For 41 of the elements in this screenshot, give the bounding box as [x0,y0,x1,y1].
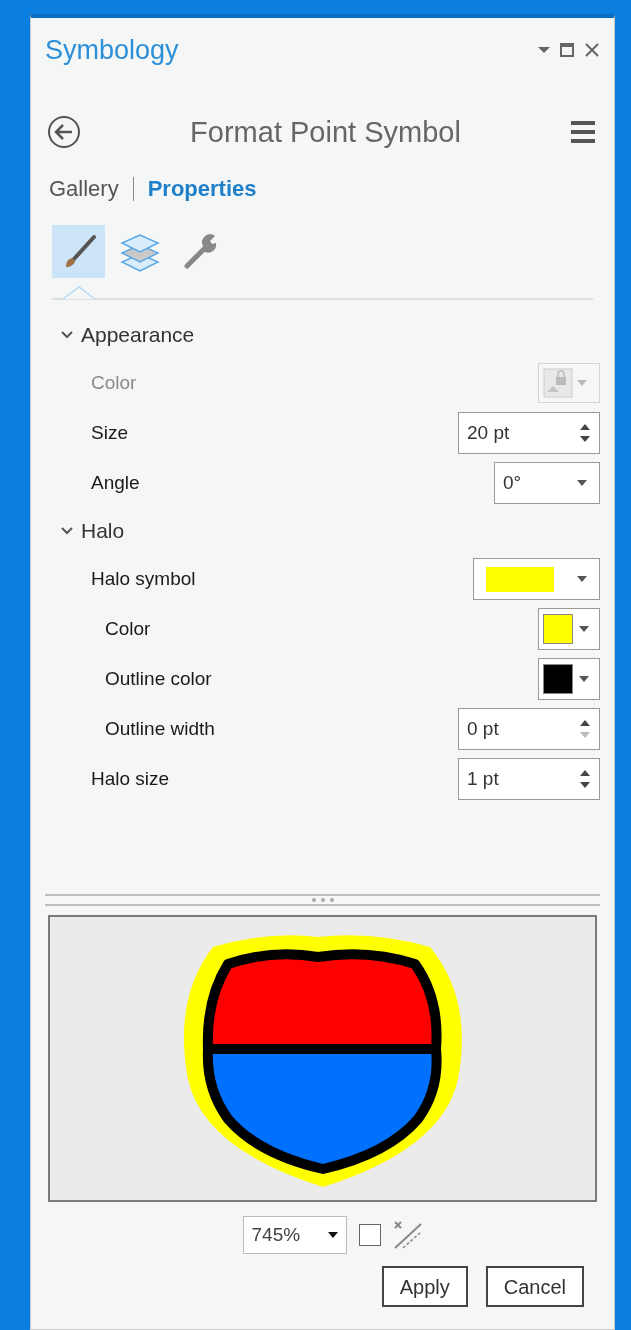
caret-icon [579,626,589,632]
dialog-button[interactable]: Cancel [485,1266,584,1307]
property-label: Color [90,370,137,395]
menu-icon[interactable] [570,120,596,145]
color-dropdown[interactable] [538,608,600,650]
caret-icon [327,1232,338,1238]
splitter-grip-icon[interactable] [309,896,336,904]
section-header[interactable]: Halo [61,508,600,554]
property-label: Color [104,616,151,641]
back-icon[interactable] [47,115,81,150]
caret-icon [579,676,589,682]
view-tab[interactable]: Gallery [49,172,119,205]
dialog-button[interactable]: Apply [381,1266,468,1307]
close-icon[interactable] [584,42,600,59]
section-header[interactable]: Appearance [61,312,600,358]
symbol-dropdown[interactable] [473,558,600,600]
angle-dropdown[interactable]: 0° [494,462,600,504]
property-label: Outline width [104,716,215,741]
caret-icon [577,480,587,486]
dropdown-icon[interactable] [538,46,550,55]
number-spinner[interactable]: 20 pt [458,412,600,454]
property-label: Size [90,420,128,445]
property-label: Angle [90,470,140,495]
number-spinner[interactable]: 1 pt [458,758,600,800]
color-dropdown[interactable] [538,658,600,700]
selection-pointer-icon [62,286,96,300]
property-label: Outline color [104,666,212,691]
pane-title: Symbology [45,34,179,67]
view-tab[interactable]: Properties [147,172,257,205]
zoom-dropdown[interactable]: 745% [242,1216,347,1254]
panel-heading: Format Point Symbol [190,114,461,150]
symbol-tab[interactable] [52,225,105,278]
checkbox[interactable] [358,1224,381,1246]
maximize-icon[interactable] [560,43,574,58]
no-halo-line-icon[interactable] [392,1220,423,1250]
caret-icon [577,576,587,582]
number-spinner[interactable]: 0 pt [458,708,600,750]
property-label: Halo symbol [90,566,196,591]
caret-icon [577,380,587,386]
lock-icon [543,368,573,398]
property-label: Halo size [90,766,170,791]
